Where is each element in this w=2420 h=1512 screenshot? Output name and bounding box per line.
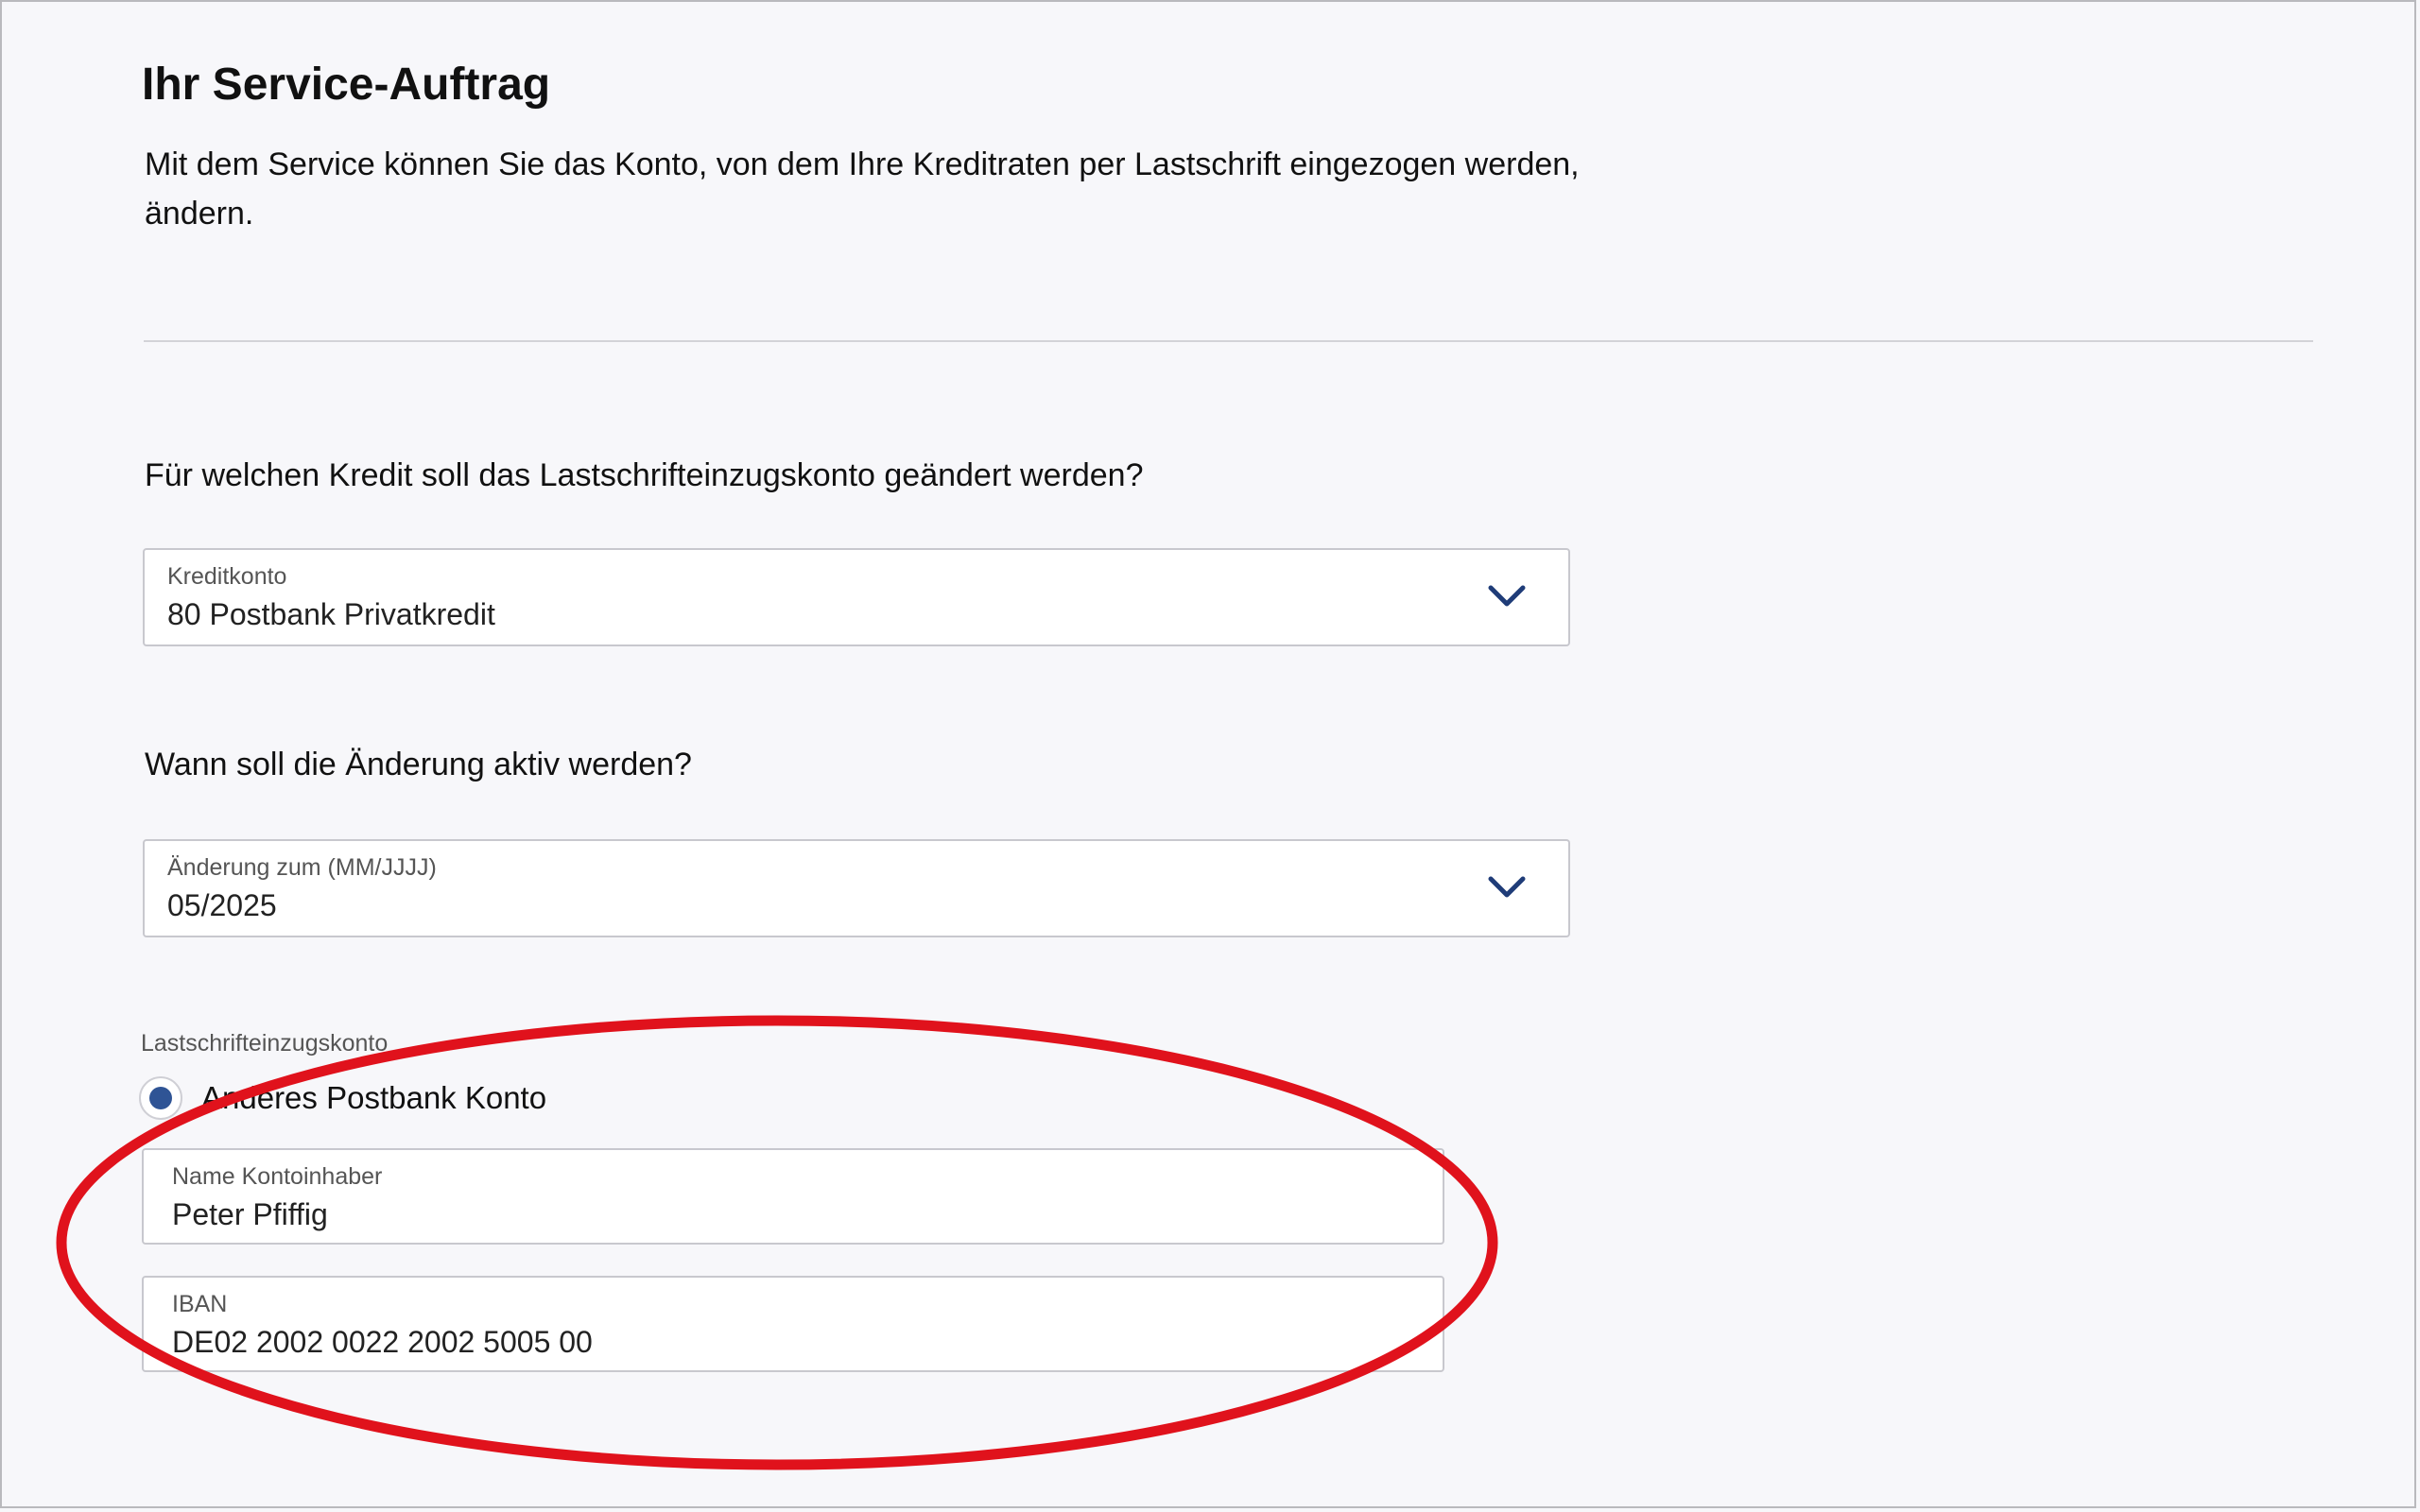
other-postbank-account-option[interactable]: Anderes Postbank Konto — [139, 1072, 546, 1125]
radio-selected-dot — [149, 1087, 172, 1109]
page-title: Ihr Service-Auftrag — [142, 60, 551, 110]
section-divider — [144, 340, 2313, 342]
credit-account-value: 80 Postbank Privatkredit — [167, 597, 495, 631]
date-question: Wann soll die Änderung aktiv werden? — [145, 747, 692, 782]
account-holder-label: Name Kontoinhaber — [172, 1163, 383, 1190]
iban-label: IBAN — [172, 1291, 228, 1317]
credit-question: Für welchen Kredit soll das Lastschrifte… — [145, 457, 1144, 493]
radio-option-label[interactable]: Anderes Postbank Konto — [201, 1080, 546, 1116]
change-date-value: 05/2025 — [167, 888, 277, 922]
service-order-page: Ihr Service-Auftrag Mit dem Service könn… — [0, 0, 2416, 1508]
account-holder-value[interactable]: Peter Pfiffig — [172, 1197, 328, 1232]
debit-account-section-label: Lastschrifteinzugskonto — [141, 1030, 389, 1057]
chevron-down-icon[interactable] — [1487, 873, 1527, 902]
account-holder-input[interactable]: Name Kontoinhaber Peter Pfiffig — [142, 1148, 1444, 1245]
chevron-down-icon[interactable] — [1487, 582, 1527, 610]
iban-input[interactable]: IBAN DE02 2002 0022 2002 5005 00 — [142, 1276, 1444, 1372]
radio-button[interactable] — [139, 1076, 182, 1120]
credit-account-select[interactable]: Kreditkonto 80 Postbank Privatkredit — [143, 548, 1570, 646]
intro-text: Mit dem Service können Sie das Konto, vo… — [145, 146, 1580, 232]
iban-value[interactable]: DE02 2002 0022 2002 5005 00 — [172, 1325, 593, 1360]
credit-account-label: Kreditkonto — [167, 563, 287, 590]
change-date-label: Änderung zum (MM/JJJJ) — [167, 854, 437, 881]
change-date-select[interactable]: Änderung zum (MM/JJJJ) 05/2025 — [143, 839, 1570, 937]
